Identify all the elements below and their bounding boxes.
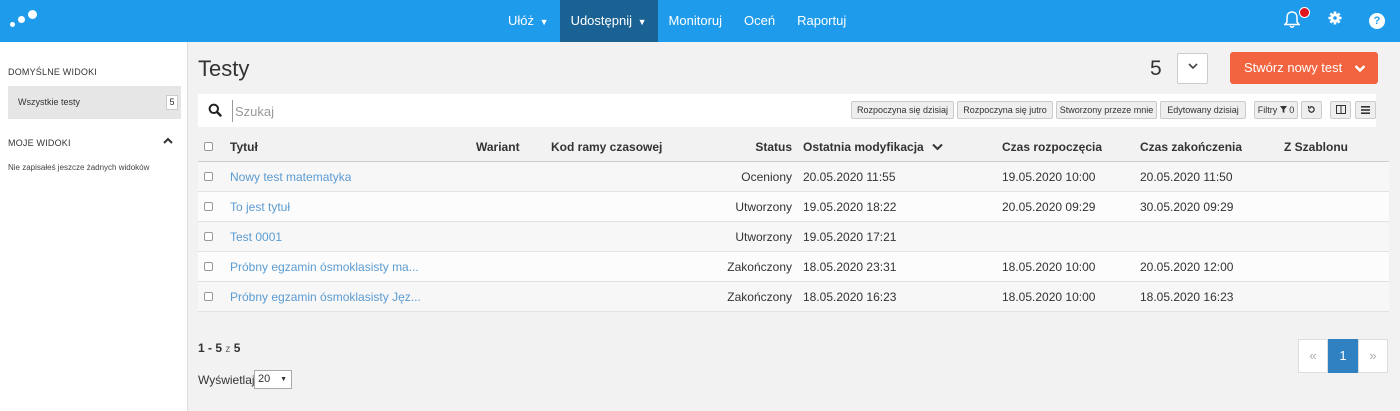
col-header-variant[interactable]: Wariant <box>476 132 520 162</box>
start-time-cell: 20.05.2020 09:29 <box>1002 200 1096 214</box>
last-modified-cell: 18.05.2020 16:23 <box>803 290 897 304</box>
sidebar: DOMYŚLNE WIDOKI Wszystkie testy 5 MOJE W… <box>0 42 188 411</box>
filter-starts-today-button[interactable]: Rozpoczyna się dzisiaj <box>851 101 954 119</box>
filter-created-by-me-button[interactable]: Stworzony przeze mnie <box>1056 101 1157 119</box>
col-header-status[interactable]: Status <box>718 132 792 162</box>
table-row: Próbny egzamin ósmoklasisty Jęz... Zakoń… <box>198 282 1389 312</box>
select-all-checkbox[interactable] <box>204 142 213 151</box>
status-cell: Oceniony <box>741 170 792 184</box>
sidebar-item-all-tests[interactable]: Wszystkie testy 5 <box>8 86 181 119</box>
row-checkbox[interactable] <box>204 232 213 241</box>
empty-views-message: Nie zapisałeś jeszcze żadnych widoków <box>8 163 150 172</box>
hamburger-icon <box>1361 106 1370 114</box>
page-1-button[interactable]: 1 <box>1328 339 1358 373</box>
nav-item-monitor[interactable]: Monitoruj <box>658 0 733 42</box>
nav-item-share[interactable]: Udostępnij ▼ <box>559 0 658 42</box>
col-header-last-modified[interactable]: Ostatnia modyfikacja <box>803 132 943 162</box>
status-cell: Zakończony <box>727 290 792 304</box>
status-cell: Zakończony <box>727 260 792 274</box>
nav-item-grade[interactable]: Oceń <box>733 0 786 42</box>
last-modified-cell: 19.05.2020 18:22 <box>803 200 897 214</box>
main-content: Testy 5 Stwórz nowy test Rozpoczyna się … <box>188 42 1400 411</box>
table-row: Test 0001 Utworzony 19.05.2020 17:21 <box>198 222 1389 252</box>
count-dropdown-button[interactable] <box>1177 53 1208 84</box>
table-row: Nowy test matematyka Oceniony 20.05.2020… <box>198 162 1389 192</box>
pagination-summary: 1 - 5 z 5 <box>198 341 241 355</box>
filter-edited-today-button[interactable]: Edytowany dzisiaj <box>1160 101 1246 119</box>
help-icon[interactable]: ? <box>1369 13 1385 29</box>
start-time-cell: 18.05.2020 10:00 <box>1002 290 1096 304</box>
search-bar: Rozpoczyna się dzisiaj Rozpoczyna się ju… <box>198 94 1376 127</box>
notification-badge <box>1299 7 1310 18</box>
default-views-heading: DOMYŚLNE WIDOKI <box>8 67 98 77</box>
end-time-cell: 20.05.2020 11:50 <box>1140 170 1233 184</box>
per-page-select[interactable]: 20 ▼ <box>254 370 292 389</box>
count-badge: 5 <box>166 95 178 110</box>
end-time-cell: 30.05.2020 09:29 <box>1140 200 1234 214</box>
per-page-label: Wyświetlaj <box>198 373 255 387</box>
sort-desc-icon <box>932 143 943 151</box>
undo-icon <box>1307 105 1315 113</box>
col-header-end-time[interactable]: Czas zakończenia <box>1140 132 1242 162</box>
reset-button[interactable] <box>1301 101 1322 119</box>
table-row: Próbny egzamin ósmoklasisty ma... Zakońc… <box>198 252 1389 282</box>
end-time-cell: 18.05.2020 16:23 <box>1140 290 1234 304</box>
row-checkbox[interactable] <box>204 202 213 211</box>
columns-button[interactable] <box>1330 101 1351 119</box>
search-input[interactable] <box>232 100 732 122</box>
search-icon <box>208 103 222 117</box>
status-cell: Utworzony <box>735 230 792 244</box>
table-header-row: Tytuł Wariant Kod ramy czasowej Status O… <box>198 132 1389 162</box>
main-nav: Ułóż ▼ Udostępnij ▼ Monitoruj Oceń Rapor… <box>497 0 857 42</box>
prev-page-button[interactable]: « <box>1298 339 1328 373</box>
start-time-cell: 19.05.2020 10:00 <box>1002 170 1096 184</box>
test-title-link[interactable]: Test 0001 <box>230 222 282 252</box>
end-time-cell: 20.05.2020 12:00 <box>1140 260 1234 274</box>
col-header-title[interactable]: Tytuł <box>230 132 258 162</box>
sidebar-item-label: Wszystkie testy <box>18 97 81 107</box>
last-modified-cell: 18.05.2020 23:31 <box>803 260 897 274</box>
last-modified-cell: 20.05.2020 11:55 <box>803 170 896 184</box>
row-checkbox[interactable] <box>204 172 213 181</box>
start-time-cell: 18.05.2020 10:00 <box>1002 260 1096 274</box>
page-title: Testy <box>198 56 250 81</box>
test-title-link[interactable]: Nowy test matematyka <box>230 162 351 192</box>
test-title-link[interactable]: To jest tytuł <box>230 192 290 222</box>
filter-starts-tomorrow-button[interactable]: Rozpoczyna się jutro <box>957 101 1053 119</box>
results-count: 5 <box>1150 57 1162 80</box>
filter-icon <box>1279 106 1287 113</box>
chevron-up-icon[interactable] <box>163 136 173 147</box>
chevron-down-icon: ▼ <box>539 17 549 27</box>
chevron-down-icon <box>1354 52 1366 84</box>
nav-item-reports[interactable]: Raportuj <box>786 0 857 42</box>
nav-item-compose[interactable]: Ułóż ▼ <box>497 0 560 42</box>
row-checkbox[interactable] <box>204 262 213 271</box>
chevron-down-icon: ▼ <box>637 17 647 27</box>
col-header-start-time[interactable]: Czas rozpoczęcia <box>1002 132 1102 162</box>
table-row: To jest tytuł Utworzony 19.05.2020 18:22… <box>198 192 1389 222</box>
col-header-from-template[interactable]: Z Szablonu <box>1284 132 1348 162</box>
gear-icon[interactable] <box>1325 11 1345 31</box>
last-modified-cell: 19.05.2020 17:21 <box>803 230 897 244</box>
logo[interactable] <box>10 10 40 32</box>
my-views-heading: MOJE WIDOKI <box>8 138 71 148</box>
test-title-link[interactable]: Próbny egzamin ósmoklasisty Jęz... <box>230 282 421 312</box>
create-test-button[interactable]: Stwórz nowy test <box>1230 52 1378 84</box>
columns-icon <box>1335 105 1346 114</box>
menu-button[interactable] <box>1355 101 1376 119</box>
col-header-time-frame-code[interactable]: Kod ramy czasowej <box>551 132 662 162</box>
filters-button[interactable]: Filtry 0 <box>1254 101 1298 119</box>
row-checkbox[interactable] <box>204 292 213 301</box>
status-cell: Utworzony <box>735 200 792 214</box>
top-navbar: Ułóż ▼ Udostępnij ▼ Monitoruj Oceń Rapor… <box>0 0 1400 42</box>
dropdown-arrow-icon: ▼ <box>280 376 287 383</box>
test-title-link[interactable]: Próbny egzamin ósmoklasisty ma... <box>230 252 419 282</box>
next-page-button[interactable]: » <box>1358 339 1388 373</box>
chevron-down-icon <box>1187 63 1198 70</box>
